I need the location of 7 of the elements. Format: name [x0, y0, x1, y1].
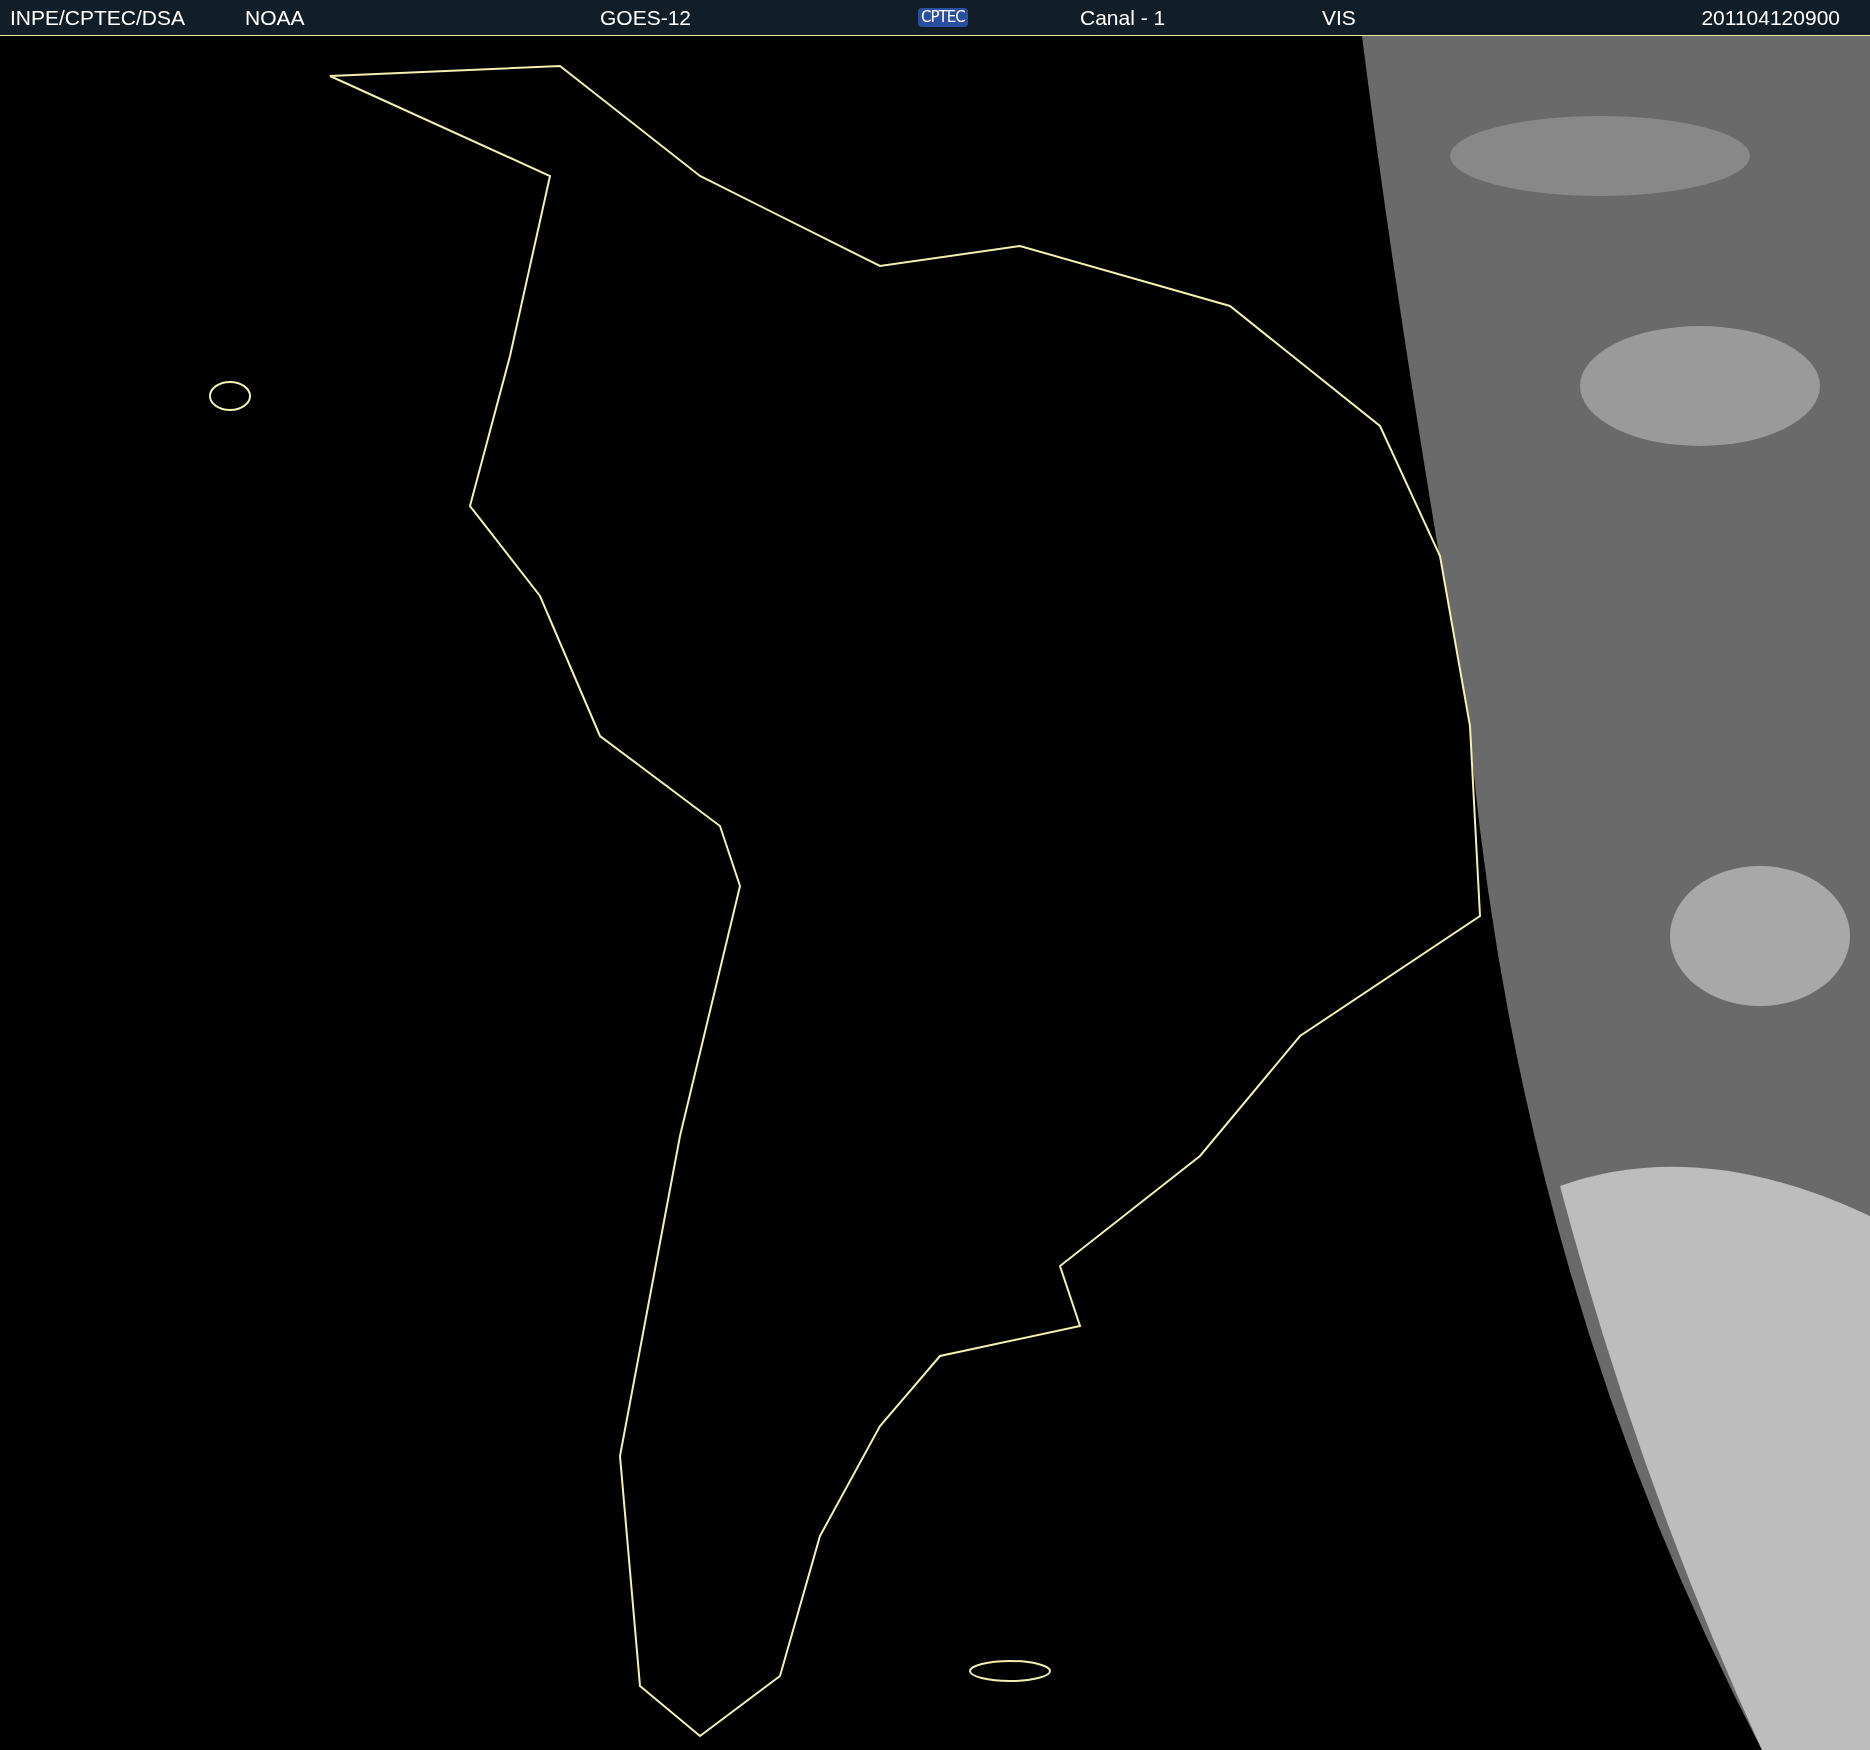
header-label: 201104120900 [1701, 7, 1840, 28]
header-label: Canal - 1 [1080, 7, 1166, 28]
cptec-logo: CPTEC [918, 8, 968, 27]
header-label: NOAA [245, 7, 305, 28]
header-label: GOES-12 [600, 7, 692, 28]
header-label: VIS [1322, 7, 1356, 28]
header-label: INPE/CPTEC/DSA [10, 7, 186, 28]
